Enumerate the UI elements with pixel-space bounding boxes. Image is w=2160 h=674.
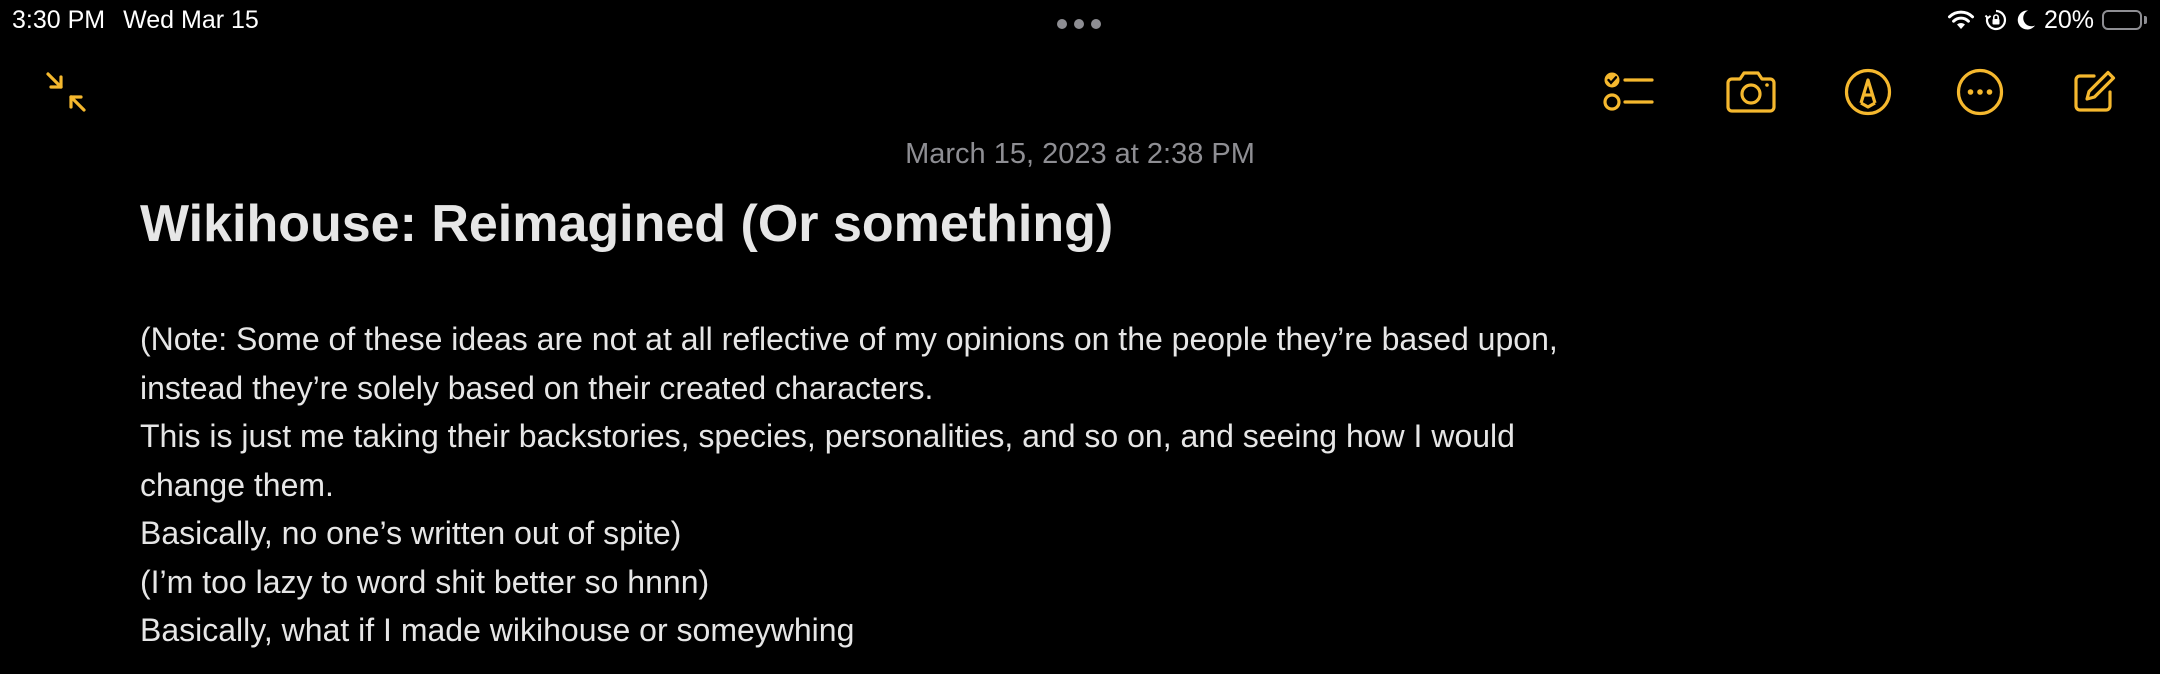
collapse-button[interactable] [38, 64, 94, 120]
battery-icon [2102, 9, 2148, 31]
orientation-lock-icon [1984, 8, 2008, 32]
camera-icon [1724, 70, 1778, 114]
note-line: change them. [140, 466, 334, 503]
note-title[interactable]: Wikihouse: Reimagined (Or something) [140, 194, 1113, 254]
markup-button[interactable] [1840, 64, 1896, 120]
ellipsis-circle-icon [1955, 67, 2005, 117]
note-line: Basically, no one’s written out of spite… [140, 515, 682, 551]
status-bar-right: 20% [1946, 4, 2148, 36]
note-line: Basically, what if I made wikihouse or s… [140, 612, 855, 648]
note-line: This is just me taking their backstories… [140, 418, 1515, 454]
checklist-icon [1602, 68, 1656, 116]
dot [1091, 19, 1101, 29]
dot [1074, 19, 1084, 29]
note-timestamp: March 15, 2023 at 2:38 PM [905, 138, 1255, 170]
status-time: 3:30 PM [12, 6, 106, 34]
status-date: Wed Mar 15 [123, 6, 259, 34]
compose-icon [2070, 68, 2118, 116]
battery-percent: 20% [2043, 5, 2094, 34]
arrows-collapse-icon [42, 68, 90, 116]
camera-button[interactable] [1723, 64, 1779, 120]
compose-button[interactable] [2066, 64, 2122, 120]
moon-icon [2016, 9, 2036, 31]
wifi-icon [1946, 8, 1976, 32]
more-button[interactable] [1952, 64, 2008, 120]
checklist-button[interactable] [1601, 64, 1657, 120]
pen-circle-icon [1843, 67, 1893, 117]
dot [1057, 19, 1067, 29]
note-line: instead they’re solely based on their cr… [140, 369, 934, 406]
note-line: (Note: Some of these ideas are not at al… [140, 321, 1558, 357]
status-bar-left: 3:30 PM Wed Mar 15 [12, 6, 259, 35]
multitasking-menu-button[interactable] [1057, 17, 1101, 31]
note-body[interactable]: (Note: Some of these ideas are not at al… [140, 315, 1840, 655]
note-line: (I’m too lazy to word shit better so hnn… [140, 563, 710, 600]
